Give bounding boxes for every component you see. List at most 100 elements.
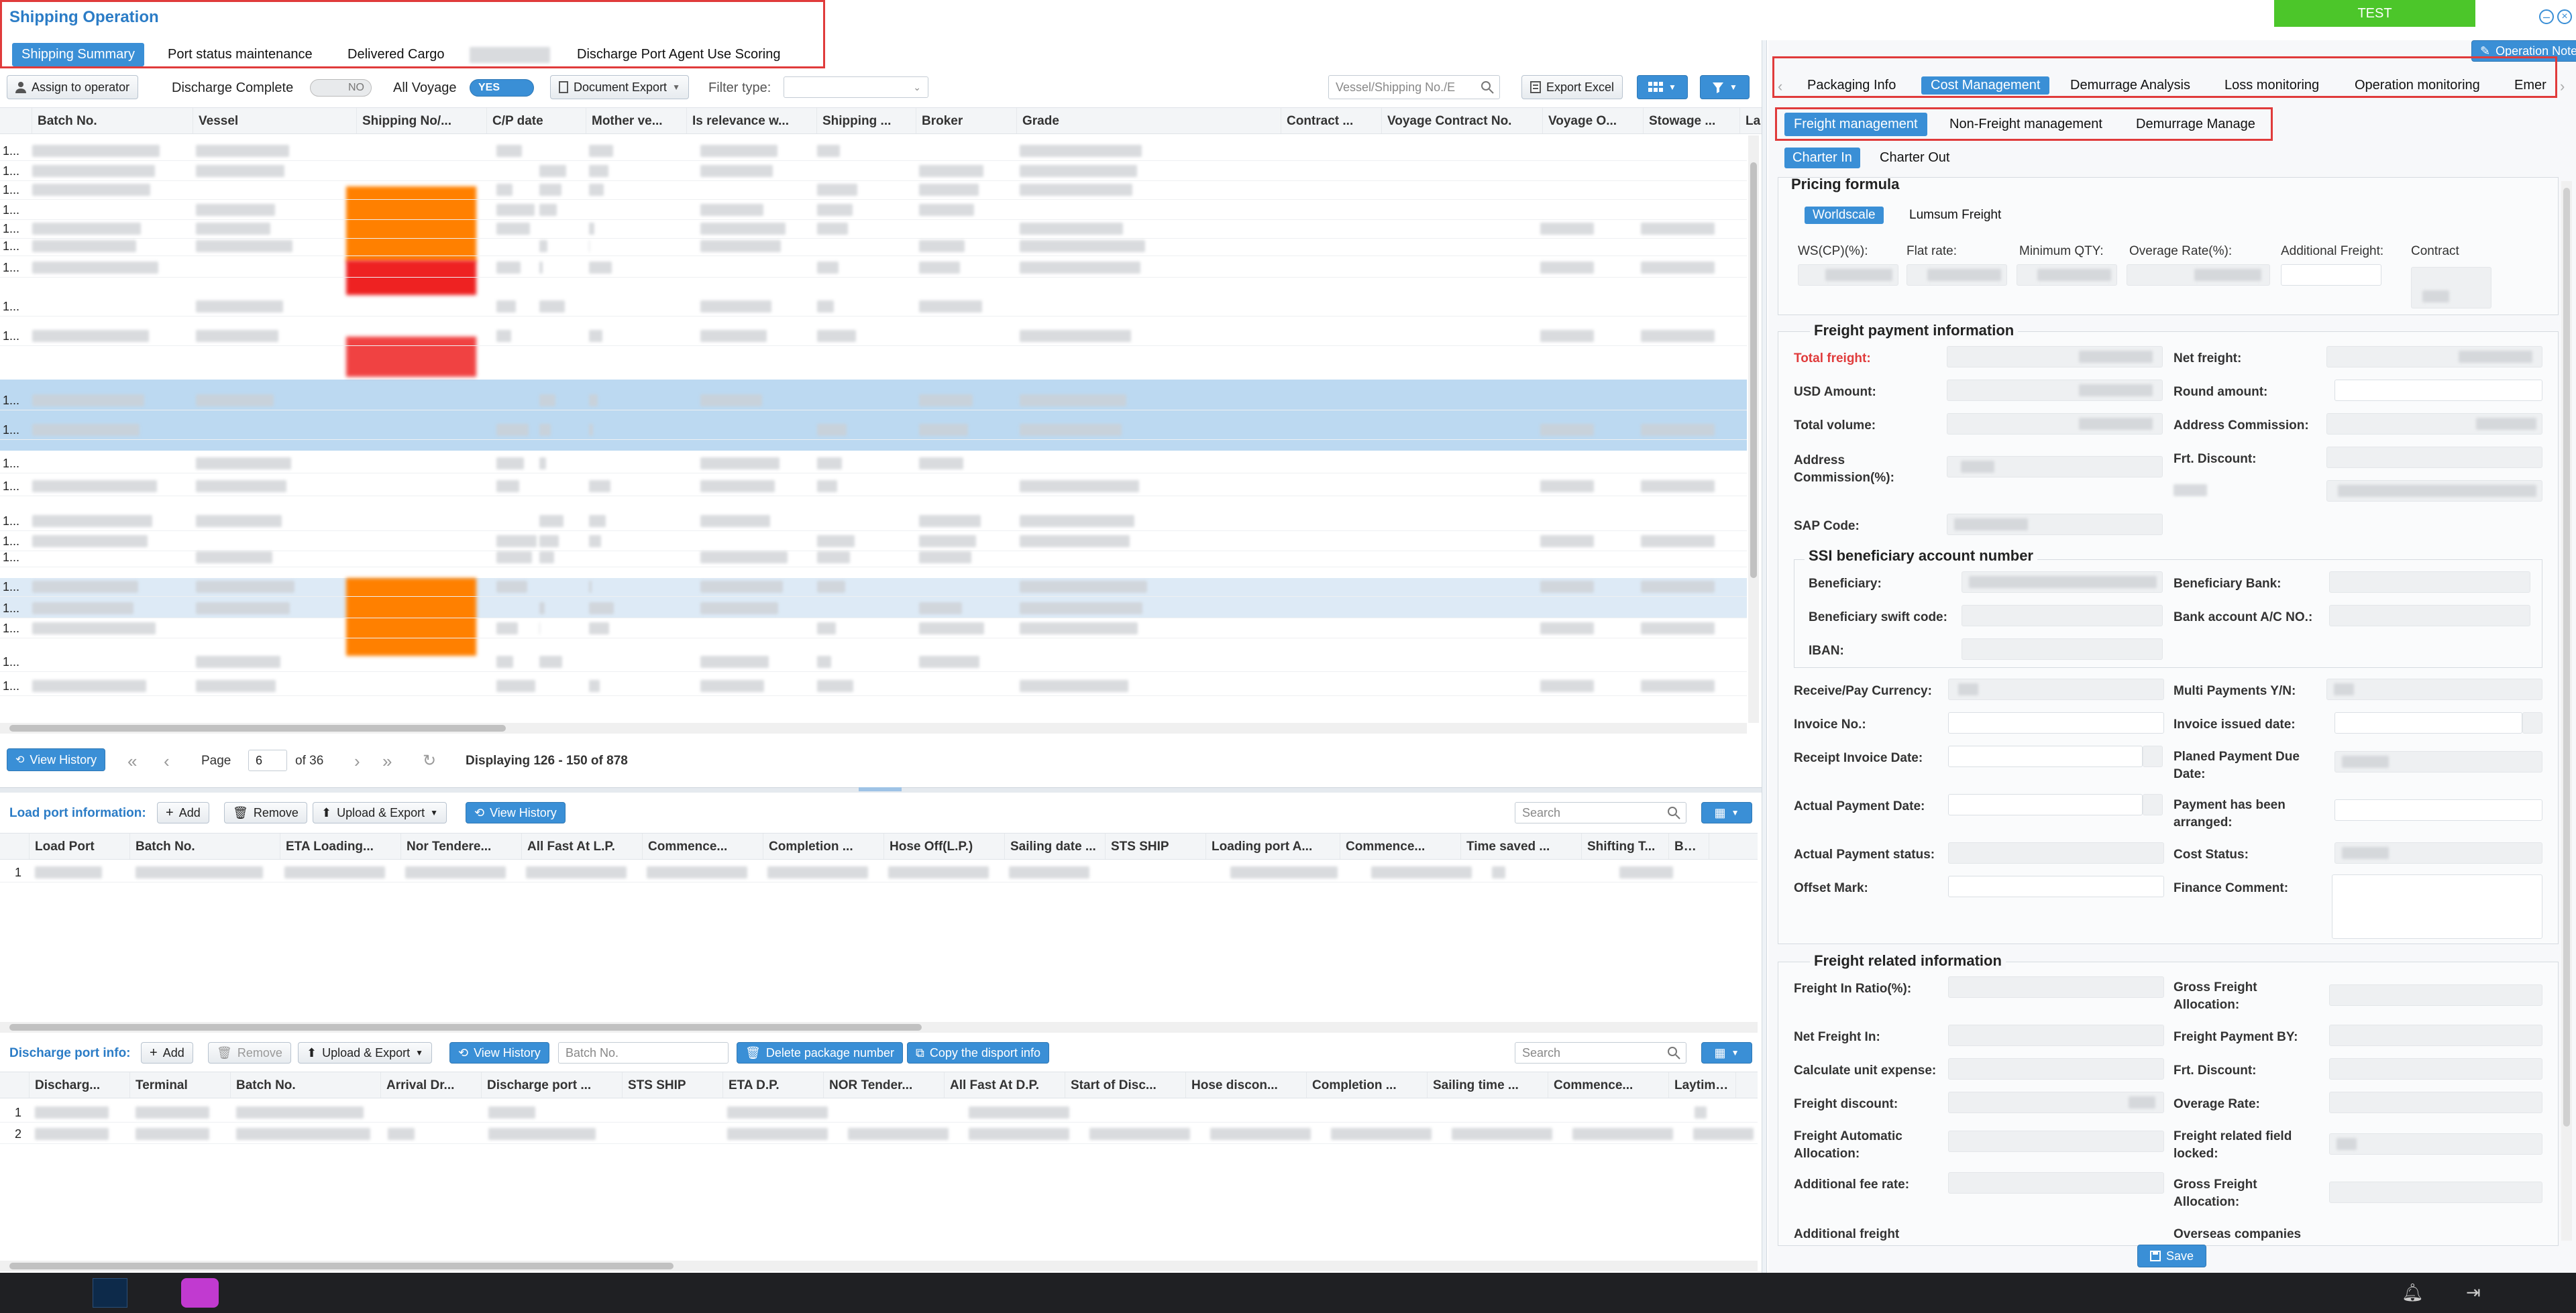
tab-demurrage-analysis[interactable]: Demurrage Analysis (2061, 76, 2200, 95)
table-row[interactable]: 1... (0, 326, 1747, 346)
actual-payment-date-field[interactable] (1948, 794, 2143, 815)
table-row[interactable]: 2 (0, 1124, 1758, 1144)
subtab-freight-management[interactable]: Freight management (1784, 113, 1927, 136)
net-freight-field[interactable] (2326, 346, 2542, 367)
frt-discount-field[interactable] (2326, 447, 2542, 468)
scroll-thumb[interactable] (2563, 188, 2570, 1127)
col-discharge-port[interactable]: Discharge port ... (482, 1072, 623, 1098)
load-port-grid-button[interactable]: ▦ ▼ (1701, 802, 1752, 823)
table-row[interactable]: 1... (0, 236, 1747, 256)
discharge-remove-button[interactable]: 🗑 Remove (208, 1042, 291, 1064)
close-icon[interactable]: × (2557, 9, 2572, 24)
col-completion[interactable]: Completion ... (763, 834, 884, 859)
receipt-date-picker-icon[interactable] (2143, 746, 2163, 767)
subtab-non-freight-management[interactable]: Non-Freight management (1940, 113, 2112, 136)
receipt-invoice-date-field[interactable] (1948, 746, 2143, 767)
worldscale-option[interactable]: Worldscale (1805, 207, 1884, 224)
table-row[interactable]: 1... (0, 161, 1747, 181)
cost-status-field[interactable] (2334, 842, 2542, 864)
usd-amount-field[interactable] (1947, 380, 2163, 401)
col-discharge[interactable]: Discharg... (30, 1072, 130, 1098)
last-page-icon[interactable]: » (382, 751, 392, 772)
col-nor-tendered[interactable]: Nor Tendere... (401, 834, 522, 859)
right-panel-vscroll[interactable] (2561, 181, 2572, 1241)
col-completion[interactable]: Completion ... (1307, 1072, 1428, 1098)
tab-shipping-summary[interactable]: Shipping Summary (12, 43, 144, 66)
col-la[interactable]: La (1740, 108, 1763, 133)
planed-payment-due-field[interactable] (2334, 751, 2542, 773)
discharge-view-history-button[interactable]: ⟲ View History (449, 1042, 549, 1064)
load-port-hscroll[interactable] (0, 1022, 1758, 1033)
scroll-tabs-right-icon[interactable]: › (2560, 78, 2565, 95)
col-mother-vessel[interactable]: Mother ve... (586, 108, 687, 133)
scroll-thumb[interactable] (9, 1024, 922, 1031)
col-all-fast-lp[interactable]: All Fast At L.P. (522, 834, 643, 859)
exit-icon[interactable]: ⇥ (2466, 1282, 2481, 1303)
scroll-thumb[interactable] (9, 725, 506, 732)
table-row[interactable]: 1 (0, 862, 1758, 882)
col-sts-ship[interactable]: STS SHIP (1106, 834, 1206, 859)
grid-view-button[interactable]: ▼ (1637, 75, 1688, 99)
total-volume-field[interactable] (1947, 413, 2163, 435)
overage-rate-field[interactable] (2127, 264, 2270, 286)
receive-pay-currency-field[interactable] (1948, 679, 2164, 700)
col-commence[interactable]: Commence... (1548, 1072, 1669, 1098)
flat-rate-field[interactable] (1907, 264, 2007, 286)
col-arrival-draft[interactable]: Arrival Dr... (381, 1072, 482, 1098)
freight-in-ratio-field[interactable] (1948, 976, 2164, 998)
net-freight-in-field[interactable] (1948, 1025, 2164, 1046)
table-row[interactable]: 1... (0, 180, 1747, 200)
prev-page-icon[interactable]: ‹ (164, 751, 170, 772)
offset-mark-field[interactable] (1948, 876, 2164, 897)
save-button[interactable]: Save (2137, 1245, 2207, 1267)
multi-payments-field[interactable] (2326, 679, 2542, 700)
discharge-grid-button[interactable]: ▦ ▼ (1701, 1042, 1752, 1064)
col-voyage-contract-no[interactable]: Voyage Contract No. (1382, 108, 1543, 133)
app-icon-dark[interactable] (93, 1278, 127, 1308)
panel-divider[interactable] (1762, 40, 1767, 1274)
col-sailing-time[interactable]: Sailing time ... (1428, 1072, 1548, 1098)
discharge-hscroll[interactable] (0, 1261, 1758, 1271)
copy-disport-button[interactable]: ⧉ Copy the disport info (907, 1042, 1049, 1064)
table-row[interactable]: 1... (0, 476, 1747, 496)
col-broker[interactable]: Broker (916, 108, 1017, 133)
address-commission-field[interactable] (2326, 413, 2542, 435)
col-hose-off[interactable]: Hose Off(L.P.) (884, 834, 1005, 859)
all-voyage-toggle[interactable]: YES (470, 79, 534, 97)
invoice-no-field[interactable] (1948, 712, 2164, 734)
table-row[interactable]: 1 (0, 1102, 1758, 1123)
finance-comment-textarea[interactable] (2332, 874, 2542, 939)
col-stowage[interactable]: Stowage ... (1644, 108, 1740, 133)
col-start-disc[interactable]: Start of Disc... (1065, 1072, 1186, 1098)
document-export-button[interactable]: Document Export ▼ (550, 75, 689, 99)
field-locked-field[interactable] (2329, 1133, 2542, 1155)
export-excel-button[interactable]: Export Excel (1521, 75, 1623, 99)
charter-out-tab[interactable]: Charter Out (1872, 148, 1957, 168)
table-row[interactable]: 1... (0, 577, 1747, 597)
app-icon-pink[interactable] (181, 1278, 219, 1308)
col-sts-ship[interactable]: STS SHIP (623, 1072, 723, 1098)
bell-icon[interactable]: 🔔︎ (2402, 1282, 2424, 1303)
tab-loss-monitoring[interactable]: Loss monitoring (2215, 76, 2328, 95)
next-page-icon[interactable]: › (354, 751, 360, 772)
discharge-add-button[interactable]: + Add (141, 1042, 193, 1064)
gross-freight-allocation-field[interactable] (2329, 984, 2542, 1006)
discharge-complete-toggle[interactable]: NO (310, 79, 372, 97)
operation-note-button[interactable]: ✎ Operation Note (2471, 40, 2576, 62)
overage-rate-field-2[interactable] (2329, 1092, 2542, 1113)
table-row[interactable]: 1... (0, 511, 1747, 531)
tab-packaging-info[interactable]: Packaging Info (1798, 76, 1905, 95)
col-is-relevance[interactable]: Is relevance w... (687, 108, 817, 133)
first-page-icon[interactable]: « (127, 751, 137, 772)
invoice-issued-date-field[interactable] (2334, 712, 2522, 734)
tab-cost-management[interactable]: Cost Management (1921, 76, 2050, 95)
scroll-tabs-left-icon[interactable]: ‹ (1778, 78, 1782, 95)
payment-arranged-field[interactable] (2334, 799, 2542, 821)
col-all-fast-dp[interactable]: All Fast At D.P. (945, 1072, 1065, 1098)
freight-payment-by-field[interactable] (2329, 1025, 2542, 1046)
gross-freight-allocation-field-2[interactable] (2329, 1182, 2542, 1203)
scroll-thumb[interactable] (1750, 162, 1757, 578)
discharge-upload-export-button[interactable]: ⬆ Upload & Export ▼ (298, 1042, 433, 1064)
tab-emer[interactable]: Emer (2505, 76, 2556, 95)
table-row[interactable]: 1... (0, 390, 1747, 410)
